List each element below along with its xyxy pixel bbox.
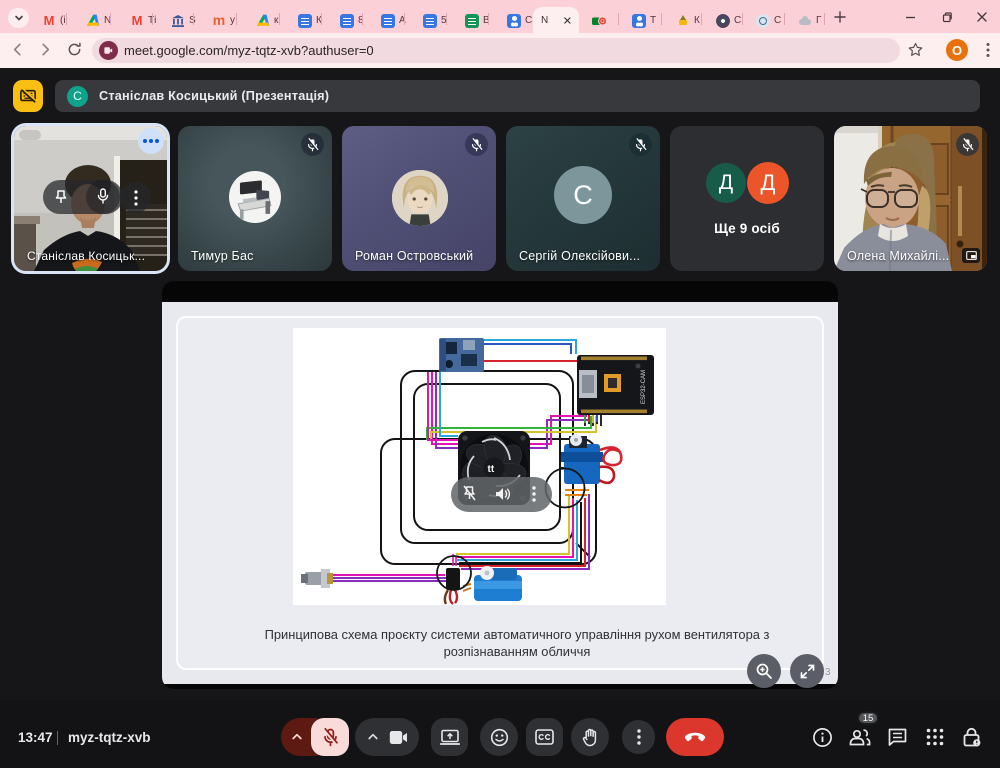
svg-text:tt: tt <box>488 464 495 475</box>
svg-text:ESP32-CAM: ESP32-CAM <box>641 370 647 404</box>
